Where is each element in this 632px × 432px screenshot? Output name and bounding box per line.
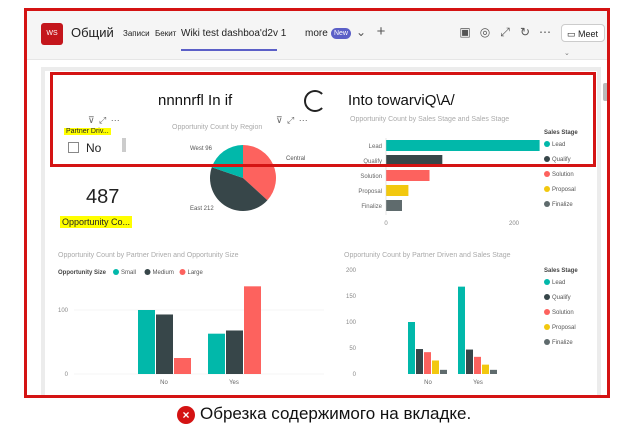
team-avatar[interactable]: WS	[41, 23, 63, 45]
tab-more[interactable]: more	[305, 28, 328, 39]
bar-category-label: Finalize	[361, 204, 382, 210]
y-tick-label: 100	[58, 308, 69, 314]
column-bar	[432, 360, 439, 374]
legend-marker	[544, 339, 550, 345]
legend-entry: Proposal	[552, 187, 576, 193]
add-tab-icon[interactable]: +	[373, 24, 389, 40]
column-bar	[466, 349, 473, 374]
column-bar	[458, 286, 465, 374]
expand-icon[interactable]: ⤢	[497, 24, 513, 40]
column-bar	[440, 369, 447, 374]
column-bar	[138, 310, 155, 374]
legend-entry: Large	[188, 270, 204, 276]
bar-category-label: Solution	[360, 174, 382, 180]
x-category-label: Yes	[473, 380, 483, 386]
more-options-icon[interactable]: ⋯	[537, 24, 553, 40]
refresh-icon[interactable]: ↻	[517, 24, 533, 40]
column-bar	[208, 333, 225, 374]
bar-x-tick-label: 0	[384, 221, 388, 227]
legend-entry: Solution	[552, 310, 574, 316]
chevron-down-icon: ⌄	[564, 50, 570, 57]
column-bar	[416, 349, 423, 374]
y-tick-label: 150	[346, 294, 357, 300]
card-value: 487	[86, 186, 120, 208]
tab-wiki-dashboard[interactable]: Wiki test dashboa'd2v 1	[181, 28, 286, 39]
legend-marker	[544, 171, 550, 177]
legend-entry: Medium	[153, 270, 174, 276]
column-bar	[226, 330, 243, 374]
x-category-label: No	[160, 380, 168, 386]
column-bar	[174, 358, 191, 374]
legend-marker	[544, 309, 550, 315]
legend-entry: Proposal	[552, 325, 576, 331]
tab-posts[interactable]: Записи	[123, 29, 150, 38]
col-chart-left-title: Opportunity Count by Partner Driven and …	[58, 252, 239, 259]
card-label: Opportunity Co...	[60, 216, 133, 228]
bar-solution	[386, 170, 430, 181]
bar-proposal	[386, 185, 409, 196]
clipped-text-right: Into towarviQ\A/	[348, 92, 455, 109]
meet-label: Meet	[578, 29, 599, 39]
legend-title: Sales Stage	[544, 268, 578, 274]
column-bar	[408, 322, 415, 374]
legend-marker	[544, 294, 550, 300]
pie-label-east: East 212	[190, 206, 214, 212]
legend-marker	[113, 269, 119, 275]
legend-entry: Solution	[552, 172, 574, 178]
col-chart-left-plot: Opportunity Size Small Medium Large 0 100 No Ye…	[58, 269, 324, 386]
active-tab-indicator	[181, 49, 277, 51]
col-chart-right-plot: 0 50 100 150 200 No Yes Sales Stage Lead Qualify S…	[346, 268, 578, 386]
y-tick-label: 100	[346, 320, 357, 326]
clipped-text-left: nnnnrfl In if	[158, 92, 233, 109]
bar-category-label: Proposal	[358, 189, 382, 195]
col-chart-right-title: Opportunity Count by Partner Driven and …	[344, 252, 511, 259]
opportunity-size-column-chart: Opportunity Size Small Medium Large 0 100 No Ye…	[58, 269, 324, 386]
bar-finalize	[386, 200, 402, 211]
column-bar	[156, 314, 173, 374]
column-bar	[490, 369, 497, 374]
sales-stage-column-chart: 0 50 100 150 200 No Yes Sales Stage Lead Qualify S…	[346, 268, 578, 386]
column-bar	[244, 286, 261, 374]
legend-entry: Qualify	[552, 295, 571, 301]
legend-marker	[544, 324, 550, 330]
vertical-scrollbar[interactable]	[603, 83, 607, 101]
legend-marker	[544, 279, 550, 285]
chevron-down-icon[interactable]: ⌄	[353, 24, 369, 40]
loading-spinner-icon	[304, 90, 326, 112]
x-category-label: Yes	[229, 380, 239, 386]
clipping-highlight-box	[50, 72, 596, 167]
legend-entry: Finalize	[552, 340, 573, 346]
legend-title: Opportunity Size	[58, 270, 107, 276]
error-icon: ×	[177, 406, 195, 424]
legend-marker	[544, 186, 550, 192]
column-bar	[474, 356, 481, 374]
bar-x-tick-label: 200	[509, 221, 520, 227]
legend-marker	[144, 269, 151, 275]
y-tick-label: 0	[65, 372, 69, 378]
y-tick-label: 0	[353, 372, 357, 378]
x-category-label: No	[424, 380, 432, 386]
legend-entry: Small	[121, 270, 136, 276]
teams-header: WS Общий Записи Бекит Wiki test dashboa'…	[27, 11, 607, 60]
y-tick-label: 50	[349, 346, 356, 352]
new-badge: New	[331, 28, 351, 39]
column-bar	[424, 352, 431, 374]
legend-marker	[179, 269, 186, 275]
conversation-icon[interactable]: ◎	[477, 24, 493, 40]
legend-entry: Finalize	[552, 202, 573, 208]
legend-entry: Lead	[552, 280, 565, 286]
open-in-app-icon[interactable]: ▣	[457, 24, 473, 40]
tab-files[interactable]: Бекит	[155, 29, 176, 38]
legend-marker	[544, 201, 550, 207]
meet-button[interactable]: ▭ Meet ⌄	[561, 24, 605, 57]
channel-name: Общий	[71, 25, 114, 40]
column-bar	[482, 364, 489, 374]
y-tick-label: 200	[346, 268, 357, 274]
camera-icon: ▭	[567, 29, 576, 39]
caption-text: Обрезка содержимого на вкладке.	[200, 404, 472, 423]
